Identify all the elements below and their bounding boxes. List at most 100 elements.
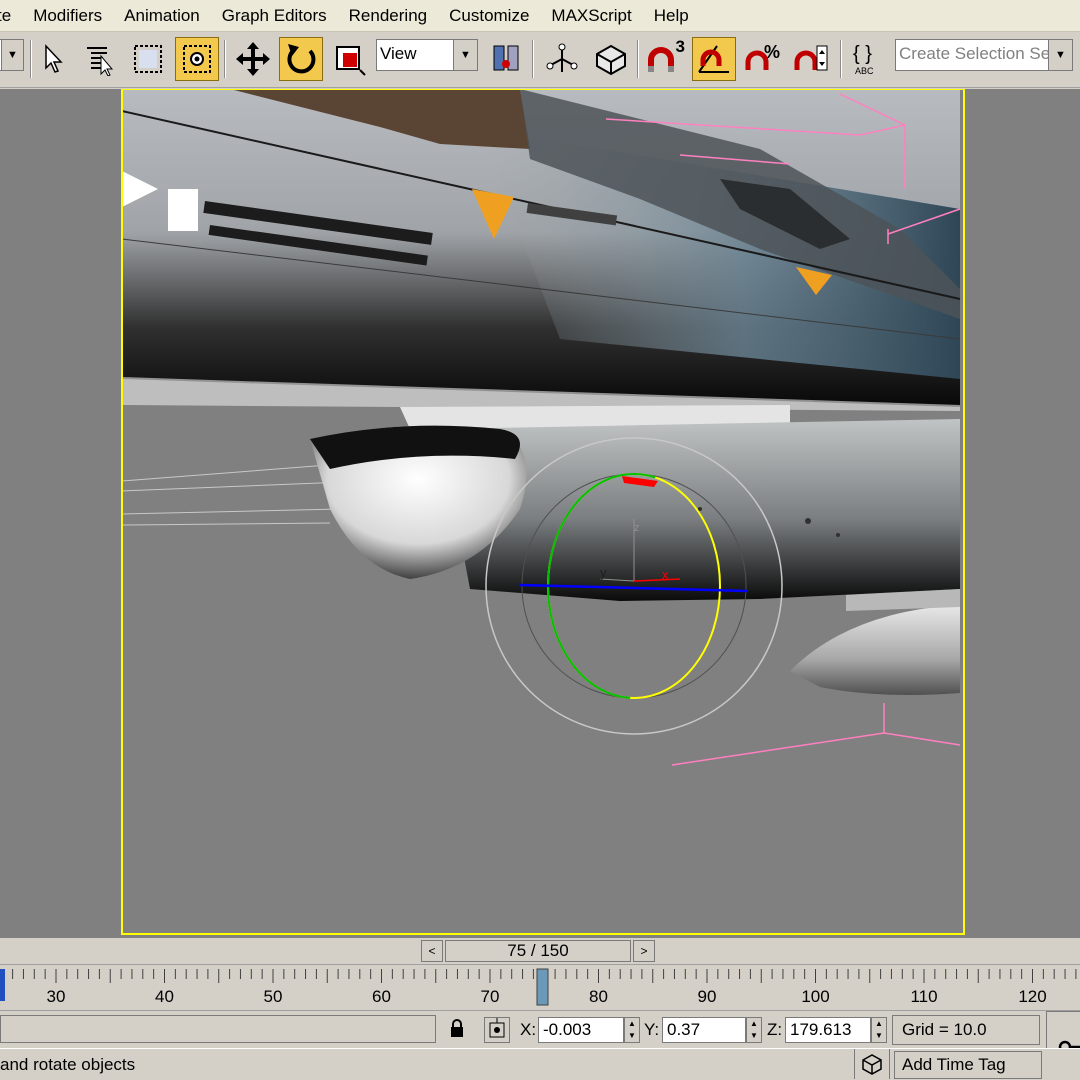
select-arrow-icon [45,44,63,73]
select-by-name-icon [87,47,114,76]
track-tick-label: 80 [589,987,608,1006]
angle-snap-icon [698,45,729,73]
y-coordinate-label: Y: [644,1020,660,1039]
menu-customize[interactable]: Customize [438,0,540,32]
menu-graph-editors[interactable]: Graph Editors [211,0,338,32]
previous-frame-button[interactable]: < [421,940,443,962]
time-slider: < 75 / 150 > [0,938,1080,964]
rectangular-selection-button[interactable] [126,37,170,81]
menu-rendering[interactable]: Rendering [338,0,438,32]
frame-counter: 75 / 150 [507,941,569,960]
current-frame-marker[interactable] [536,968,549,1006]
track-tick-label: 40 [155,987,174,1006]
snap-mode-label: 3 [675,37,685,56]
gizmo-z-label: z [634,522,640,534]
toolbar-separator [637,40,639,78]
rotate-icon [287,44,316,74]
status-bar-prompt: and rotate objects Add Time Tag [0,1048,1080,1080]
menu-animation[interactable]: Animation [113,0,211,32]
chevron-down-icon: ▼ [1048,40,1072,70]
grid-size-readout: Grid = 10.0 [892,1015,1040,1045]
gizmo-y-label: y [600,565,607,580]
select-by-name-button[interactable] [76,37,120,81]
pivot-center-icon [493,45,519,71]
reference-coordinate-dropdown[interactable]: View ▼ [376,39,478,71]
scale-icon [336,46,366,76]
maxscript-listener-mini[interactable] [0,1015,436,1043]
track-tick-label: 60 [372,987,391,1006]
track-tick-label: 110 [910,987,937,1006]
named-selection-set-placeholder: Create Selection Set [899,44,1055,63]
z-coordinate-spinner[interactable]: ▲ ▼ [871,1017,887,1043]
next-frame-button[interactable]: > [633,940,655,962]
lock-selection-icon[interactable] [448,1017,466,1041]
z-coordinate-input[interactable]: 179.613 [785,1017,871,1043]
toolbar-separator [532,40,534,78]
select-and-scale-button[interactable] [327,37,371,81]
window-crossing-button[interactable] [175,37,219,81]
toolbar-separator [840,40,842,78]
rectangular-selection-icon [134,45,162,73]
time-tag-cube-icon [862,1054,882,1075]
spinner-snap-icon [794,45,828,71]
manipulate-icon [546,43,578,72]
angle-snap-toggle-button[interactable] [692,37,736,81]
track-tick-label: 120 [1018,987,1046,1006]
reference-coordinate-value: View [380,44,417,63]
status-bar-coordinates: X: -0.003 ▲ ▼ Y: 0.37 ▲ ▼ Z: 179.613 ▲ ▼ Gr… [0,1010,1080,1079]
track-tick-label: 30 [47,987,66,1006]
select-and-move-button[interactable] [231,37,275,81]
track-bar[interactable]: 30 40 50 60 70 80 90 100 110 120 [0,964,1080,1010]
gizmo-x-label: x [662,567,669,582]
x-coordinate-spinner[interactable]: ▲ ▼ [624,1017,640,1043]
track-tick-label: 90 [698,987,717,1006]
viewport-perspective[interactable]: x y z [0,89,1080,938]
svg-text:%: % [764,42,780,62]
selection-filter-dropdown[interactable]: ▼ [0,39,24,71]
prompt-line-text: and rotate objects [0,1055,136,1074]
track-tick-label: 50 [264,987,283,1006]
percent-snap-button[interactable]: % [741,37,785,81]
svg-text:ABC: ABC [855,66,874,76]
named-selection-set-dropdown[interactable]: Create Selection Set ▼ [895,39,1073,71]
track-bar-ruler: 30 40 50 60 70 80 90 100 110 120 [0,968,1077,1006]
add-time-tag-button[interactable]: Add Time Tag [894,1051,1042,1079]
chevron-right-icon: > [640,944,648,958]
svg-text:{ }: { } [853,43,872,65]
viewport-scene: x y z [121,89,965,935]
menu-modifiers[interactable]: Modifiers [22,0,113,32]
edit-named-selection-button[interactable]: { } ABC [846,37,890,81]
x-coordinate-label: X: [520,1020,537,1039]
chevron-down-icon: ▼ [453,40,477,70]
track-tick-label: 70 [481,987,500,1006]
x-coordinate-input[interactable]: -0.003 [538,1017,624,1043]
percent-snap-icon: % [745,42,780,70]
time-slider-thumb[interactable]: 75 / 150 [445,940,631,962]
menu-bar: te Modifiers Animation Graph Editors Ren… [0,0,1080,32]
move-arrows-icon [236,42,270,76]
menu-maxscript[interactable]: MAXScript [540,0,642,32]
y-coordinate-spinner[interactable]: ▲ ▼ [746,1017,762,1043]
y-coordinate-input[interactable]: 0.37 [662,1017,746,1043]
menu-help[interactable]: Help [643,0,700,32]
main-toolbar: ▼ View ▼ 3 % {} ABC Create Selection Se… [0,32,1080,88]
absolute-mode-transform-icon[interactable] [484,1017,510,1043]
track-tick-label: 100 [801,987,829,1006]
keyboard-shortcut-override-button[interactable] [589,37,633,81]
chevron-left-icon: < [428,944,436,958]
use-pivot-center-button[interactable] [484,37,528,81]
toolbar-separator [224,40,226,78]
select-object-button[interactable] [32,37,76,81]
select-and-rotate-button[interactable] [279,37,323,81]
keyboard-shortcut-icon [596,44,626,76]
spinner-snap-button[interactable] [790,37,834,81]
keyframe-marker[interactable] [0,969,5,1001]
named-selection-icon: { }ABC [853,43,874,76]
dropdown-arrow-icon: ▼ [1,40,23,70]
z-coordinate-label: Z: [767,1020,783,1039]
select-and-manipulate-button[interactable] [540,37,584,81]
snaps-toggle-button[interactable]: 3 [643,37,687,81]
window-crossing-icon [183,45,211,73]
time-tag-toggle[interactable] [854,1049,890,1079]
menu-create[interactable]: te [0,0,22,32]
